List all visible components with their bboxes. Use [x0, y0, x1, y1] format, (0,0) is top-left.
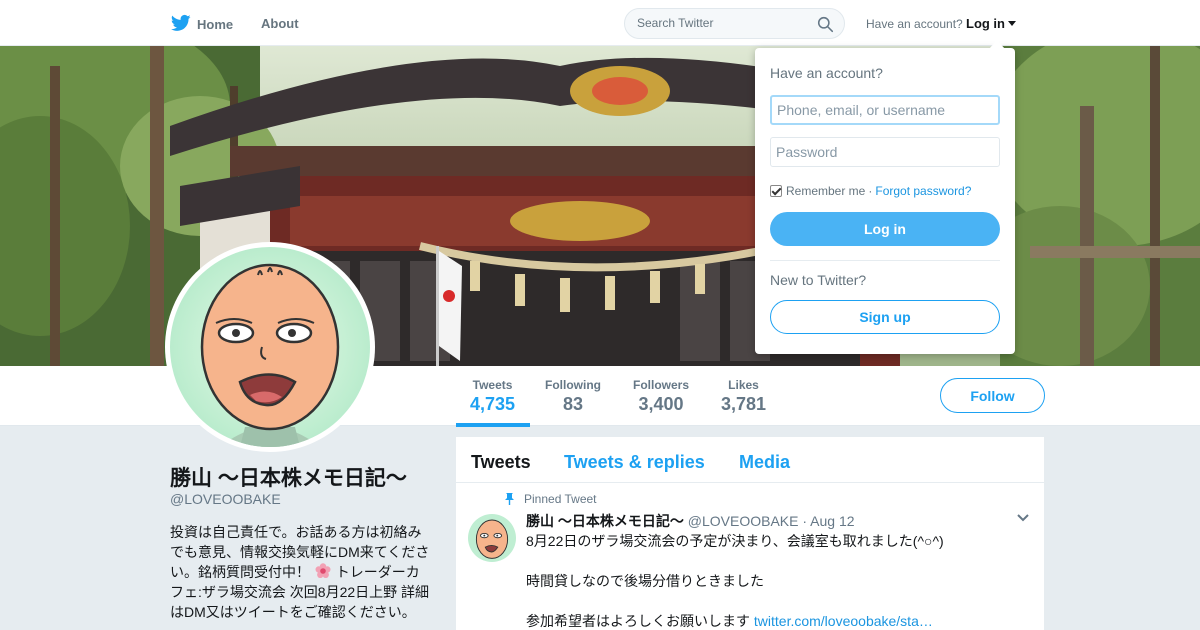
timeline: Tweets Tweets & replies Media Pinned Twe…: [456, 437, 1044, 630]
password-input[interactable]: [770, 137, 1000, 167]
tweet-blank-line: [526, 591, 1026, 611]
signup-button[interactable]: Sign up: [770, 300, 1000, 334]
forgot-password-link[interactable]: Forgot password?: [875, 184, 971, 198]
dropdown-title: Have an account?: [770, 65, 883, 81]
tab-tweets[interactable]: Tweets: [471, 452, 531, 473]
tweet-line-3: 参加希望者はよろしくお願いします: [526, 613, 750, 629]
timeline-tabs: Tweets Tweets & replies Media: [456, 437, 1044, 483]
login-link-label: Log in: [966, 16, 1005, 31]
stat-tweets-value: 4,735: [470, 394, 516, 414]
remember-me-label[interactable]: Remember me: [786, 184, 865, 198]
active-stat-underline: [456, 423, 530, 427]
tweet-line-2: 時間貸しなので後場分借りときました: [526, 573, 764, 589]
new-to-twitter-text: New to Twitter?: [770, 272, 867, 288]
login-button[interactable]: Log in: [770, 212, 1000, 246]
nav-home-link[interactable]: Home: [170, 14, 234, 33]
profile-name: 勝山 〜日本株メモ日記〜: [170, 467, 407, 490]
checkbox-icon[interactable]: [770, 185, 782, 197]
stat-tweets[interactable]: Tweets 4,735: [470, 378, 515, 415]
profile-bio: 投資は自己責任で。お話ある方は初絡みでも意見、情報交換気軽にDM来てください。銘…: [170, 522, 432, 622]
top-nav: Home About Have an account? Log in: [0, 0, 1200, 46]
login-dropdown: Have an account? Remember me · Forgot pa…: [755, 40, 1015, 354]
stat-followers-value: 3,400: [638, 394, 684, 414]
login-dropdown-toggle[interactable]: Log in: [966, 16, 1016, 31]
tweet-avatar-image: [468, 514, 516, 562]
tweet-line-1: 8月22日のザラ場交流会の予定が決まり、会議室も取れました(^○^): [526, 533, 944, 549]
flower-emoji-icon: [315, 563, 331, 578]
nav-about-link[interactable]: About: [261, 16, 299, 31]
twitter-bird-icon: [170, 14, 191, 31]
pinned-indicator: Pinned Tweet: [504, 492, 597, 506]
search-box[interactable]: [624, 8, 845, 39]
remember-separator: ·: [868, 184, 873, 198]
tweet-timestamp[interactable]: Aug 12: [810, 513, 854, 529]
nav-home-label: Home: [197, 16, 234, 32]
chevron-down-icon[interactable]: [1017, 514, 1029, 522]
tab-tweets-replies[interactable]: Tweets & replies: [564, 452, 705, 473]
username-input[interactable]: [770, 95, 1000, 125]
tab-media[interactable]: Media: [739, 452, 790, 473]
stat-likes-value: 3,781: [721, 394, 767, 414]
stat-followers-label: Followers: [633, 378, 690, 392]
tweet-link[interactable]: twitter.com/loveoobake/sta…: [754, 613, 933, 629]
caret-down-icon: [1008, 21, 1016, 26]
pinned-label: Pinned Tweet: [524, 492, 597, 506]
pin-icon: [505, 493, 514, 505]
avatar-image: [170, 247, 370, 447]
stat-following-label: Following: [545, 378, 601, 392]
stat-tweets-label: Tweets: [472, 378, 513, 392]
search-input[interactable]: [637, 16, 807, 30]
dropdown-arrow: [989, 40, 1005, 49]
tweet-author-handle[interactable]: @LOVEOOBAKE: [688, 513, 799, 529]
stat-likes-label: Likes: [728, 378, 759, 392]
tweet-separator: ·: [802, 513, 808, 529]
remember-row: Remember me · Forgot password?: [770, 184, 971, 198]
profile-avatar[interactable]: [165, 242, 375, 452]
tweet-blank-line: [526, 551, 1026, 571]
tweet-line-3-container: 参加希望者はよろしくお願いします twitter.com/loveoobake/…: [526, 611, 1026, 630]
profile-handle[interactable]: @LOVEOOBAKE: [170, 491, 281, 507]
tweet-text: 8月22日のザラ場交流会の予定が決まり、会議室も取れました(^○^) 時間貸しな…: [526, 531, 1026, 630]
follow-button[interactable]: Follow: [940, 378, 1045, 413]
tweet-author-name[interactable]: 勝山 〜日本株メモ日記〜: [526, 513, 684, 529]
stat-following-value: 83: [562, 394, 584, 414]
tweet-avatar[interactable]: [468, 514, 516, 562]
stat-likes[interactable]: Likes 3,781: [721, 378, 766, 415]
tweet-header: 勝山 〜日本株メモ日記〜 @LOVEOOBAKE · Aug 12: [526, 511, 855, 531]
stat-followers[interactable]: Followers 3,400: [633, 378, 689, 415]
dropdown-divider: [770, 260, 1000, 261]
search-icon[interactable]: [817, 16, 834, 33]
stat-following[interactable]: Following 83: [545, 378, 601, 415]
have-account-text: Have an account?: [866, 17, 963, 31]
